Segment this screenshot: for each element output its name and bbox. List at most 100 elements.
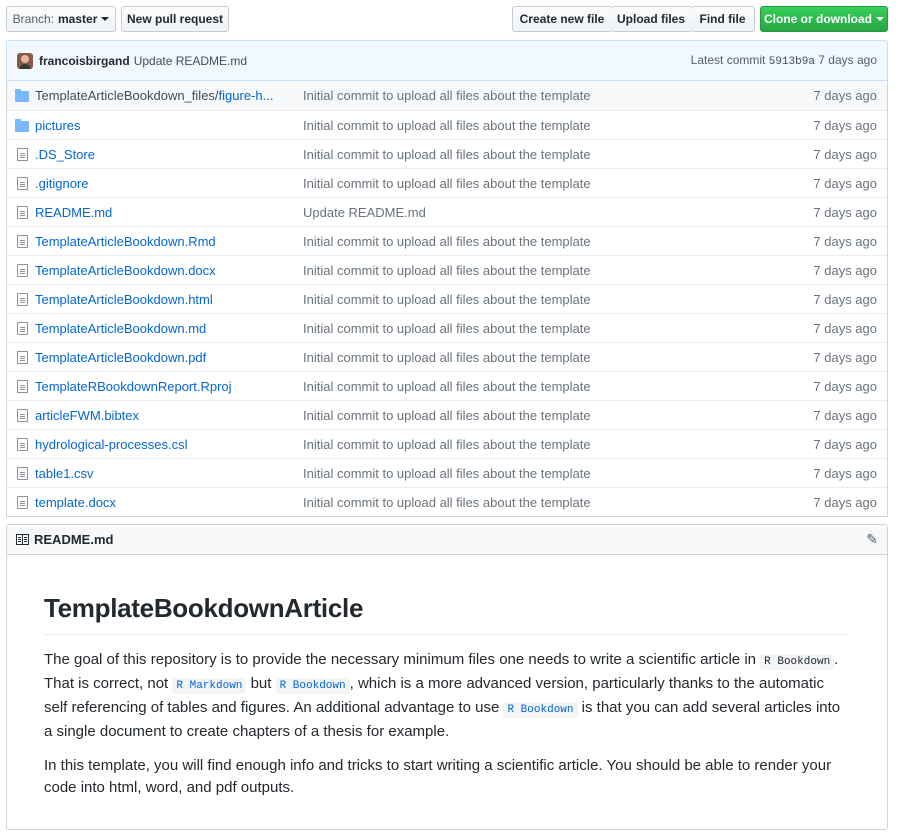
file-icon	[7, 379, 35, 393]
file-age: 7 days ago	[813, 233, 877, 249]
file-row[interactable]: .gitignore Initial commit to upload all f…	[7, 168, 887, 197]
file-row[interactable]: TemplateArticleBookdown.pdf Initial commi…	[7, 342, 887, 371]
file-name-link[interactable]: TemplateArticleBookdown.pdf	[35, 350, 295, 365]
file-name-link[interactable]: TemplateArticleBookdown.docx	[35, 263, 295, 278]
file-name-link[interactable]: .DS_Store	[35, 147, 295, 162]
file-name: TemplateArticleBookdown.html	[35, 291, 213, 307]
file-commit-message-link[interactable]: Initial commit to upload all files about…	[295, 379, 767, 394]
file-commit-message-link[interactable]: Initial commit to upload all files about…	[295, 176, 767, 191]
file-name: TemplateArticleBookdown.md	[35, 320, 207, 336]
file-name-link[interactable]: TemplateArticleBookdown.md	[35, 321, 295, 336]
readme-panel: README.md ✎ TemplateBookdownArticle The …	[6, 524, 888, 830]
caret-down-icon	[101, 17, 110, 21]
file-row[interactable]: .DS_Store Initial commit to upload all fi…	[7, 139, 887, 168]
file-commit-message-link[interactable]: Initial commit to upload all files about…	[295, 234, 767, 249]
commit-age: 7 days ago	[818, 53, 877, 67]
file-name-link[interactable]: articleFWM.bibtex	[35, 408, 295, 423]
file-age: 7 days ago	[813, 117, 877, 133]
folder-icon	[7, 89, 35, 102]
commit-author-link[interactable]: francoisbirgand	[39, 54, 130, 68]
file-icon	[7, 350, 35, 364]
latest-commit-label: Latest commit	[690, 53, 766, 67]
caret-down-icon	[876, 17, 884, 21]
file-commit-message-link[interactable]: Initial commit to upload all files about…	[295, 437, 767, 452]
file-commit-message-link[interactable]: Initial commit to upload all files about…	[295, 118, 767, 133]
file-commit-message-link[interactable]: Update README.md	[295, 205, 767, 220]
file-name: TemplateRBookdownReport.Rproj	[35, 378, 232, 394]
file-icon	[7, 147, 35, 161]
file-name: README.md	[35, 204, 113, 220]
file-name-link[interactable]: .gitignore	[35, 176, 295, 191]
pencil-icon[interactable]: ✎	[866, 531, 878, 548]
file-commit-message-link[interactable]: Initial commit to upload all files about…	[295, 466, 767, 481]
readme-text: The goal of this repository is to provid…	[44, 651, 761, 668]
file-age: 7 days ago	[813, 407, 877, 423]
latest-commit-info: Latest commit 5913b9a 7 days ago	[691, 53, 877, 68]
file-row[interactable]: TemplateArticleBookdown.html Initial comm…	[7, 284, 887, 313]
new-pull-request-button[interactable]: New pull request	[121, 6, 229, 32]
find-file-button[interactable]: Find file	[691, 6, 755, 32]
file-name: TemplateArticleBookdown.pdf	[35, 349, 207, 365]
clone-download-button[interactable]: Clone or download	[760, 6, 888, 32]
file-name-link[interactable]: table1.csv	[35, 466, 295, 481]
inline-code-link[interactable]: R Bookdown	[275, 678, 350, 694]
file-row[interactable]: template.docx Initial commit to upload al…	[7, 487, 887, 516]
file-name-link[interactable]: template.docx	[35, 495, 295, 510]
file-name-link[interactable]: pictures	[35, 118, 295, 133]
file-name-link[interactable]: TemplateArticleBookdown_files/figure-h..…	[35, 88, 295, 103]
file-row[interactable]: README.md Update README.md 7 days ago	[7, 197, 887, 226]
file-icon	[7, 292, 35, 306]
file-commit-message-link[interactable]: Initial commit to upload all files about…	[295, 263, 767, 278]
file-age: 7 days ago	[813, 494, 877, 510]
file-age: 7 days ago	[813, 465, 877, 481]
file-name: table1.csv	[35, 465, 94, 481]
avatar[interactable]	[17, 52, 33, 69]
commit-message-link[interactable]: Update README.md	[134, 54, 247, 68]
file-age: 7 days ago	[813, 349, 877, 365]
readme-filename: README.md	[34, 532, 114, 547]
file-commit-message-link[interactable]: Initial commit to upload all files about…	[295, 88, 767, 103]
file-row[interactable]: hydrological-processes.csl Initial commit…	[7, 429, 887, 458]
file-name-link[interactable]: TemplateRBookdownReport.Rproj	[35, 379, 295, 394]
file-row[interactable]: TemplateArticleBookdown.docx Initial comm…	[7, 255, 887, 284]
upload-files-button[interactable]: Upload files	[611, 6, 692, 32]
file-row[interactable]: TemplateRBookdownReport.Rproj Initial com…	[7, 371, 887, 400]
file-icon	[7, 321, 35, 335]
file-commit-message-link[interactable]: Initial commit to upload all files about…	[295, 321, 767, 336]
file-age: 7 days ago	[813, 320, 877, 336]
file-name-link[interactable]: hydrological-processes.csl	[35, 437, 295, 452]
file-name-link[interactable]: TemplateArticleBookdown.html	[35, 292, 295, 307]
file-row[interactable]: articleFWM.bibtex Initial commit to uploa…	[7, 400, 887, 429]
file-row[interactable]: TemplateArticleBookdown.md Initial commit…	[7, 313, 887, 342]
file-age: 7 days ago	[813, 146, 877, 162]
file-commit-message-link[interactable]: Initial commit to upload all files about…	[295, 147, 767, 162]
clone-download-label: Clone or download	[764, 12, 872, 26]
readme-paragraph-2: In this template, you will find enough i…	[44, 757, 832, 796]
file-row[interactable]: TemplateArticleBookdown_files/figure-h..…	[7, 81, 887, 110]
file-age: 7 days ago	[813, 175, 877, 191]
file-row[interactable]: table1.csv Initial commit to upload all f…	[7, 458, 887, 487]
file-commit-message-link[interactable]: Initial commit to upload all files about…	[295, 408, 767, 423]
file-icon	[7, 234, 35, 248]
file-name-link[interactable]: TemplateArticleBookdown.Rmd	[35, 234, 295, 249]
branch-label: Branch:	[12, 12, 54, 26]
inline-code: R Bookdown	[760, 654, 835, 670]
file-commit-message-link[interactable]: Initial commit to upload all files about…	[295, 495, 767, 510]
readme-body: TemplateBookdownArticle The goal of this…	[7, 555, 887, 799]
file-name: .DS_Store	[35, 146, 95, 162]
file-name-link[interactable]: README.md	[35, 205, 295, 220]
file-commit-message-link[interactable]: Initial commit to upload all files about…	[295, 350, 767, 365]
inline-code-link[interactable]: R Markdown	[172, 678, 247, 694]
create-new-file-button[interactable]: Create new file	[512, 6, 612, 32]
file-row[interactable]: TemplateArticleBookdown.Rmd Initial commi…	[7, 226, 887, 255]
branch-name: master	[58, 12, 98, 26]
branch-select-button[interactable]: Branch: master	[6, 6, 116, 32]
readme-paragraph-1: The goal of this repository is to provid…	[44, 649, 850, 743]
file-commit-message-link[interactable]: Initial commit to upload all files about…	[295, 292, 767, 307]
file-age: 7 days ago	[813, 262, 877, 278]
inline-code-link[interactable]: R Bookdown	[503, 702, 578, 718]
file-row[interactable]: pictures Initial commit to upload all fil…	[7, 110, 887, 139]
commit-sha-link[interactable]: 5913b9a	[769, 56, 815, 68]
file-name: figure-h...	[218, 88, 274, 103]
readme-header: README.md ✎	[7, 525, 887, 555]
